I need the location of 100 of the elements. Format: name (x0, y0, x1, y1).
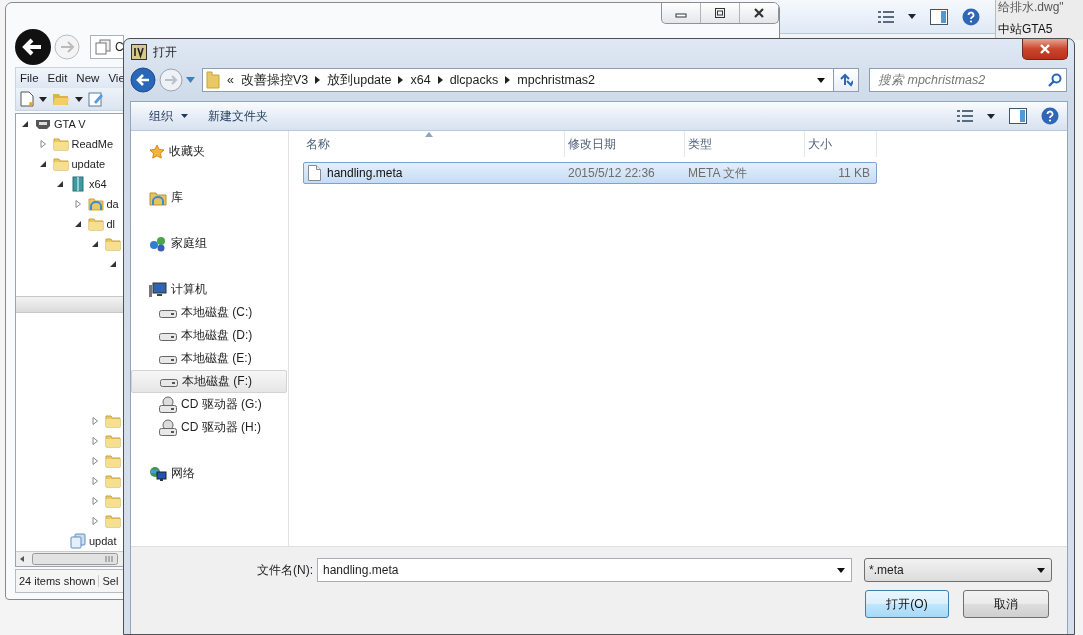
filename-field[interactable]: handling.meta (317, 558, 852, 582)
refresh-button[interactable] (833, 68, 859, 92)
horizontal-scrollbar[interactable] (16, 551, 123, 566)
refresh-icon (839, 73, 853, 87)
file-label: 给排水.dwg" (998, 0, 1065, 14)
menu-item[interactable]: Edit (47, 72, 68, 84)
column-header[interactable]: 修改日期 (565, 131, 685, 157)
caret-icon[interactable] (987, 113, 995, 119)
file-row[interactable]: handling.meta 2015/5/12 22:36 META 文件 11 KB (303, 162, 877, 184)
dropdown-caret-icon[interactable] (837, 567, 845, 573)
folder-icon (52, 136, 69, 152)
breadcrumb-item[interactable]: mpchristmas2 (517, 73, 596, 87)
close-icon (1039, 43, 1051, 54)
expand-arrow-icon[interactable] (38, 140, 47, 148)
expand-arrow-icon[interactable] (91, 437, 99, 445)
collapse-arrow-icon[interactable] (108, 260, 117, 268)
file-type: META 文件 (688, 164, 748, 182)
collapse-arrow-icon[interactable] (56, 180, 64, 188)
column-header[interactable]: 大小 (805, 131, 877, 157)
chevron-icon[interactable] (315, 76, 321, 84)
expand-arrow-icon[interactable] (91, 517, 99, 525)
nav-item[interactable]: CD 驱动器 (H:) (131, 416, 287, 439)
organize-menu[interactable]: 组织 (141, 104, 196, 128)
breadcrumb-item[interactable]: x64 (410, 73, 431, 87)
breadcrumb-overflow[interactable]: « (227, 73, 234, 87)
chevron-icon[interactable] (437, 76, 443, 84)
expand-arrow-icon[interactable] (91, 457, 99, 465)
tree-item[interactable]: ReadMe (71, 138, 114, 150)
preview-pane-icon[interactable] (930, 8, 948, 25)
nav-item[interactable]: CD 驱动器 (G:) (131, 393, 287, 416)
toolbar-button[interactable]: 新建文件夹 (200, 104, 276, 128)
folder-icon (105, 453, 121, 469)
caret-icon[interactable] (39, 96, 47, 102)
nav-item[interactable]: 本地磁盘 (F:) (131, 370, 287, 393)
collapse-arrow-icon[interactable] (73, 220, 82, 228)
nav-item[interactable]: 本地磁盘 (C:) (131, 301, 287, 324)
column-header[interactable]: 名称 (303, 131, 565, 157)
expand-arrow-icon[interactable] (91, 497, 99, 505)
help-icon[interactable] (962, 7, 980, 26)
breadcrumb-item[interactable]: 改善操控V3 (240, 71, 309, 89)
tree-item[interactable]: GTA V (54, 118, 86, 130)
nav-item[interactable]: 本地磁盘 (E:) (131, 347, 287, 370)
folder-icon (105, 236, 121, 252)
caret-icon (181, 114, 188, 118)
breadcrumb-item[interactable]: dlcpacks (449, 73, 499, 87)
tree-item[interactable]: updat (89, 535, 117, 547)
nav-item[interactable]: 库 (131, 186, 287, 209)
tree-item[interactable]: update (71, 158, 106, 170)
dropdown-caret-icon (1037, 567, 1045, 573)
close-button[interactable] (1022, 38, 1068, 60)
menu-item[interactable]: New (76, 72, 100, 84)
file-size: 11 KB (838, 166, 870, 180)
cancel-button[interactable]: 取消 (963, 590, 1049, 618)
open-button[interactable]: 打开(O) (865, 590, 949, 618)
breadcrumb-item[interactable]: 放到update (327, 71, 392, 89)
collapse-arrow-icon[interactable] (38, 160, 47, 168)
computer-icon (149, 281, 167, 298)
homegroup-icon (149, 235, 167, 252)
file-type-dropdown[interactable]: *.meta (864, 558, 1052, 582)
menu-item[interactable]: File (20, 72, 39, 84)
expand-arrow-icon[interactable] (73, 200, 82, 208)
address-field[interactable]: C (90, 35, 124, 59)
nav-item[interactable]: 家庭组 (131, 232, 287, 255)
nav-item[interactable]: 网络 (131, 462, 287, 485)
tree-item[interactable]: dl (106, 218, 116, 230)
preview-pane-icon[interactable] (1009, 108, 1027, 124)
view-list-icon[interactable] (878, 9, 894, 24)
chevron-icon[interactable] (398, 76, 404, 84)
collapse-arrow-icon[interactable] (21, 120, 29, 128)
scroll-thumb[interactable] (32, 553, 118, 565)
expand-arrow-icon[interactable] (91, 477, 99, 485)
folder-icon (87, 216, 104, 232)
chevron-icon[interactable] (505, 76, 511, 84)
expand-arrow-icon[interactable] (91, 417, 99, 425)
help-icon[interactable] (1041, 107, 1059, 125)
star-icon (149, 143, 165, 160)
caret-icon[interactable] (908, 14, 916, 19)
status-text: 24 items shown (16, 575, 100, 587)
collapse-arrow-icon[interactable] (91, 240, 99, 248)
file-name: handling.meta (327, 166, 403, 180)
documents-icon (70, 533, 86, 549)
documents-icon (95, 39, 111, 55)
dropdown-caret-icon[interactable] (817, 77, 825, 83)
folder-icon (105, 433, 121, 449)
folder-icon (105, 493, 121, 509)
new-file-icon[interactable] (20, 91, 34, 107)
tree-item[interactable]: x64 (89, 178, 107, 190)
nav-item[interactable]: 计算机 (131, 278, 287, 301)
edit-icon[interactable] (88, 91, 104, 107)
search-field[interactable]: 搜索 mpchristmas2 (869, 68, 1067, 92)
nav-item[interactable]: 本地磁盘 (D:) (131, 324, 287, 347)
caret-icon[interactable] (75, 96, 83, 102)
nav-item[interactable]: 收藏夹 (131, 140, 287, 163)
network-icon (149, 465, 167, 482)
optical-drive-icon (159, 395, 177, 414)
column-header[interactable]: 类型 (685, 131, 805, 157)
tree-item[interactable]: da (106, 198, 119, 210)
folder-icon (206, 71, 220, 89)
view-list-icon[interactable] (957, 109, 973, 123)
address-bar[interactable]: « 改善操控V3 放到update x64 dlcpacks mpchristmas2 (202, 68, 834, 92)
